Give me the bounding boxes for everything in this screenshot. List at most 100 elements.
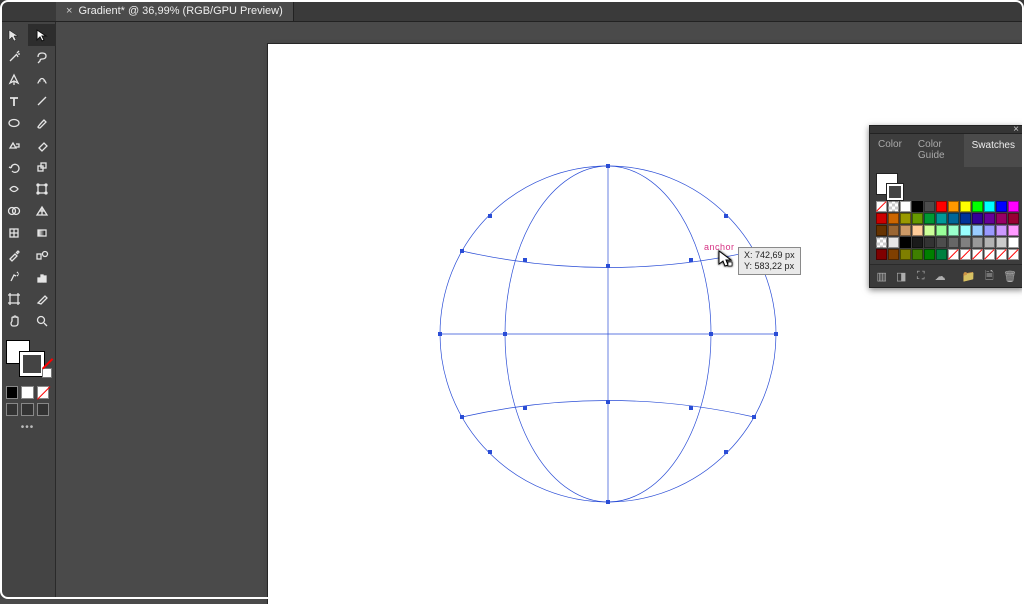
swatch-libraries-icon[interactable]: ▥ — [876, 269, 887, 283]
swatch[interactable] — [1008, 237, 1019, 248]
swatch[interactable] — [888, 225, 899, 236]
swatch[interactable] — [936, 213, 947, 224]
canvas-stage[interactable]: anchor X: 742,69 px Y: 583,22 px — [56, 22, 1024, 599]
swatch[interactable] — [888, 201, 899, 212]
line-segment-tool[interactable] — [28, 90, 56, 112]
swap-fill-stroke-icon[interactable] — [42, 368, 52, 378]
panel-drag-bar[interactable]: × — [870, 126, 1023, 134]
swatch[interactable] — [936, 201, 947, 212]
swatch[interactable] — [900, 249, 911, 260]
swatch[interactable] — [888, 249, 899, 260]
swatch[interactable] — [960, 201, 971, 212]
swatch[interactable] — [972, 201, 983, 212]
swatch[interactable] — [876, 237, 887, 248]
swatch[interactable] — [924, 213, 935, 224]
swatch[interactable] — [1008, 225, 1019, 236]
swatch[interactable] — [972, 237, 983, 248]
perspective-grid-tool[interactable] — [28, 200, 56, 222]
fill-stroke-control[interactable] — [4, 338, 52, 378]
panel-close-icon[interactable]: × — [1013, 124, 1019, 135]
swatch[interactable] — [888, 213, 899, 224]
swatch[interactable] — [876, 213, 887, 224]
swatch[interactable] — [984, 201, 995, 212]
shaper-tool[interactable] — [0, 134, 28, 156]
selection-tool[interactable] — [0, 24, 28, 46]
stroke-swatch[interactable] — [20, 352, 44, 376]
eyedropper-tool[interactable] — [0, 244, 28, 266]
swatch[interactable] — [924, 225, 935, 236]
swatch[interactable] — [1008, 249, 1019, 260]
curvature-tool[interactable] — [28, 68, 56, 90]
swatch[interactable] — [912, 249, 923, 260]
swatch[interactable] — [960, 225, 971, 236]
swatch[interactable] — [900, 237, 911, 248]
swatch[interactable] — [948, 225, 959, 236]
tab-color[interactable]: Color — [870, 134, 910, 167]
swatch[interactable] — [900, 201, 911, 212]
swatch[interactable] — [972, 249, 983, 260]
tools-overflow-icon[interactable]: ••• — [0, 418, 55, 441]
tab-swatches[interactable]: Swatches — [964, 134, 1023, 167]
swatch[interactable] — [912, 237, 923, 248]
swatch[interactable] — [936, 249, 947, 260]
swatch[interactable] — [996, 225, 1007, 236]
new-group-icon[interactable]: 📁 — [962, 269, 976, 283]
swatch[interactable] — [936, 225, 947, 236]
draw-normal[interactable] — [6, 403, 18, 416]
close-icon[interactable]: × — [66, 5, 72, 17]
swatch[interactable] — [900, 213, 911, 224]
swatch[interactable] — [924, 237, 935, 248]
swatch[interactable] — [960, 237, 971, 248]
column-graph-tool[interactable] — [28, 266, 56, 288]
free-transform-tool[interactable] — [28, 178, 56, 200]
swatch[interactable] — [948, 201, 959, 212]
color-mode-color[interactable] — [6, 386, 18, 399]
delete-swatch-icon[interactable]: 🗑 — [1003, 269, 1017, 283]
swatch[interactable] — [996, 237, 1007, 248]
direct-selection-tool[interactable] — [28, 24, 56, 46]
scale-tool[interactable] — [28, 156, 56, 178]
eraser-tool[interactable] — [28, 134, 56, 156]
swatch[interactable] — [984, 237, 995, 248]
ellipse-tool[interactable] — [0, 112, 28, 134]
swatch[interactable] — [984, 213, 995, 224]
swatch[interactable] — [912, 225, 923, 236]
document-tab[interactable]: × Gradient* @ 36,99% (RGB/GPU Preview) — [56, 0, 294, 21]
swatch[interactable] — [996, 249, 1007, 260]
swatch[interactable] — [936, 237, 947, 248]
gradient-tool[interactable] — [28, 222, 56, 244]
symbol-sprayer-tool[interactable] — [0, 266, 28, 288]
swatch[interactable] — [948, 237, 959, 248]
draw-inside[interactable] — [37, 403, 49, 416]
swatch[interactable] — [924, 249, 935, 260]
swatch[interactable] — [948, 213, 959, 224]
blend-tool[interactable] — [28, 244, 56, 266]
zoom-tool[interactable] — [28, 310, 56, 332]
magic-wand-tool[interactable] — [0, 46, 28, 68]
paintbrush-tool[interactable] — [28, 112, 56, 134]
tab-color-guide[interactable]: Color Guide — [910, 134, 964, 167]
swatch[interactable] — [948, 249, 959, 260]
swatch[interactable] — [1008, 213, 1019, 224]
mesh-tool[interactable] — [0, 222, 28, 244]
swatch[interactable] — [912, 201, 923, 212]
new-swatch-icon[interactable]: 🗎 — [984, 269, 995, 283]
swatch[interactable] — [876, 201, 887, 212]
cloud-icon[interactable]: ☁ — [934, 269, 945, 283]
artboard-tool[interactable] — [0, 288, 28, 310]
swatch[interactable] — [960, 213, 971, 224]
swatch[interactable] — [996, 213, 1007, 224]
width-tool[interactable] — [0, 178, 28, 200]
draw-behind[interactable] — [21, 403, 33, 416]
color-mode-none[interactable] — [37, 386, 49, 399]
swatch[interactable] — [984, 225, 995, 236]
swatch[interactable] — [984, 249, 995, 260]
swatch[interactable] — [1008, 201, 1019, 212]
swatch-options-icon[interactable]: ⛶ — [915, 269, 926, 283]
rotate-tool[interactable] — [0, 156, 28, 178]
swatch[interactable] — [912, 213, 923, 224]
swatch[interactable] — [888, 237, 899, 248]
shape-builder-tool[interactable] — [0, 200, 28, 222]
swatch[interactable] — [996, 201, 1007, 212]
hand-tool[interactable] — [0, 310, 28, 332]
